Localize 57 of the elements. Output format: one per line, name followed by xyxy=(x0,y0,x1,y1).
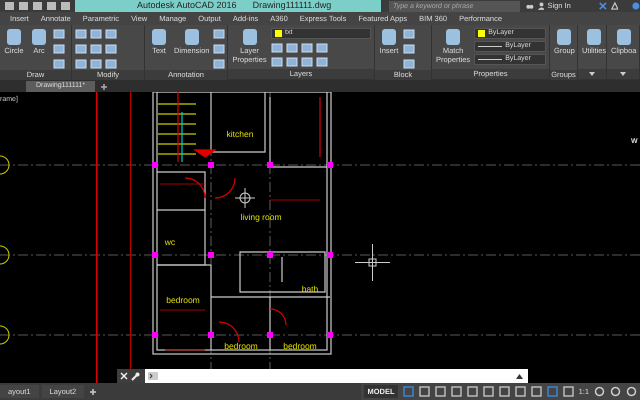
tool-icon[interactable] xyxy=(53,43,65,55)
tool-icon[interactable] xyxy=(105,28,117,40)
tool-icon[interactable] xyxy=(29,28,49,46)
layer-tool-icon[interactable] xyxy=(271,56,283,67)
tool-icon[interactable] xyxy=(75,28,87,40)
tool-icon[interactable] xyxy=(4,28,24,46)
tool-icon[interactable] xyxy=(75,43,87,55)
room-label: bedroom xyxy=(166,295,200,305)
tool-icon[interactable] xyxy=(149,28,169,46)
crosshair-cursor-icon xyxy=(354,244,390,282)
tool-icon[interactable] xyxy=(90,43,102,55)
grid-bubble xyxy=(0,156,10,174)
layer-tool-icon[interactable] xyxy=(286,56,298,67)
room-label: kitchen xyxy=(226,129,254,139)
room-label: bath xyxy=(302,284,318,294)
line-icon[interactable] xyxy=(478,58,502,61)
layer-tool-icon[interactable] xyxy=(301,56,313,67)
room-label: living room xyxy=(240,212,282,222)
command-prompt-icon[interactable] xyxy=(148,372,158,380)
room-label: bedroom xyxy=(224,341,258,351)
grid-bubble xyxy=(0,326,10,344)
room-label: bedroom xyxy=(283,341,317,351)
tool-icon[interactable] xyxy=(53,58,65,70)
tool-icon[interactable] xyxy=(403,58,415,70)
layer-tool-icon[interactable] xyxy=(316,56,328,67)
tool-icon[interactable] xyxy=(75,58,87,70)
tool-icon[interactable] xyxy=(53,28,65,40)
wrench-icon[interactable] xyxy=(131,372,140,380)
x-icon[interactable] xyxy=(598,1,607,11)
panel-expand-icon[interactable] xyxy=(589,72,595,76)
layer-tool-icon[interactable] xyxy=(271,42,283,53)
tool-icon[interactable] xyxy=(403,43,415,55)
close-icon[interactable] xyxy=(120,372,128,380)
tool-icon[interactable] xyxy=(213,58,226,70)
room-label: wc xyxy=(164,237,176,247)
tool-icon[interactable] xyxy=(213,43,226,55)
tool-icon[interactable] xyxy=(105,58,117,70)
tool-icon[interactable] xyxy=(403,28,415,40)
swatch-icon[interactable] xyxy=(275,30,282,37)
tool-icon[interactable] xyxy=(90,58,102,70)
tool-icon[interactable] xyxy=(213,28,226,40)
tool-icon[interactable] xyxy=(379,28,399,46)
origin-marker-icon xyxy=(234,188,256,208)
layer-tool-icon[interactable] xyxy=(316,42,328,53)
caret-icon[interactable] xyxy=(516,374,523,378)
app-title: Autodesk AutoCAD 2016 xyxy=(137,0,237,12)
swatch-icon[interactable] xyxy=(478,30,486,37)
layer-tool-icon[interactable] xyxy=(286,42,298,53)
line-icon[interactable] xyxy=(478,45,502,48)
user-icon[interactable] xyxy=(538,1,544,11)
triangle-icon[interactable] xyxy=(610,1,618,11)
grid-bubble xyxy=(0,246,10,264)
panel-expand-icon[interactable] xyxy=(620,72,626,76)
tool-icon[interactable] xyxy=(105,43,117,55)
layer-tool-icon[interactable] xyxy=(301,42,313,53)
tool-icon[interactable] xyxy=(90,28,102,40)
file-name: Drawing111111.dwg xyxy=(252,0,332,12)
